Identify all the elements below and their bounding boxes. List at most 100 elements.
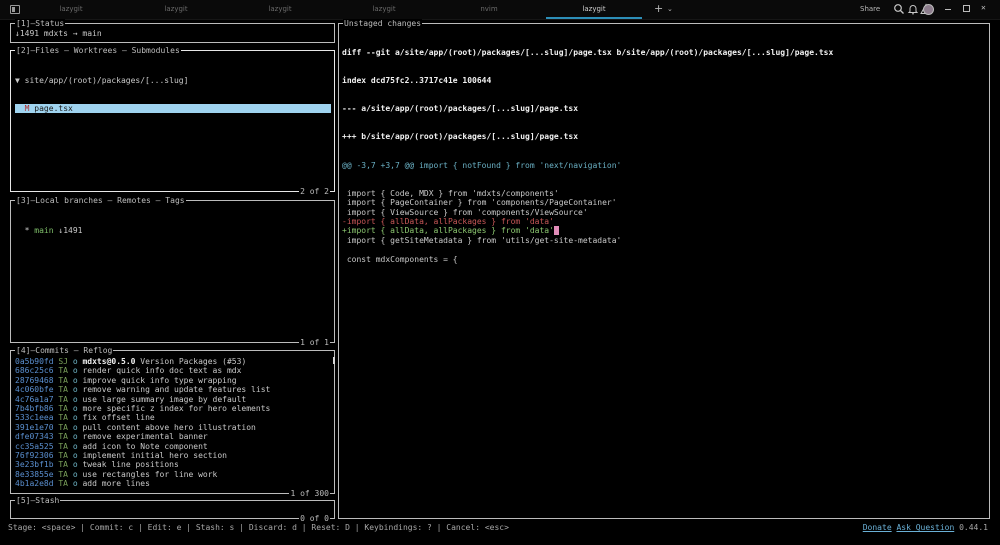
commit-graph-marker: o bbox=[72, 375, 78, 385]
commit-graph-marker: o bbox=[72, 385, 78, 395]
commit-row[interactable]: 4b1a2e8d TA o add more lines bbox=[15, 479, 331, 488]
panel-title: [4]–Commits – Reflog bbox=[15, 346, 114, 355]
commit-row[interactable]: 4c76a1a7 TA o use large summary image by… bbox=[15, 395, 331, 404]
commit-list: 0a5b90fd SJ o mdxts@0.5.0 Version Packag… bbox=[15, 357, 331, 488]
status-panel[interactable]: [1]–Status ↓1491 mdxts → main bbox=[10, 19, 335, 43]
tab-lazygit-1[interactable]: lazygit bbox=[23, 0, 119, 19]
commit-graph-marker: o bbox=[72, 366, 78, 376]
diff-panel[interactable]: Unstaged changes diff --git a/site/app/(… bbox=[338, 19, 990, 519]
tab-lazygit-2[interactable]: lazygit bbox=[128, 0, 224, 19]
commit-message: add more lines bbox=[82, 479, 150, 489]
current-branch-marker: * bbox=[24, 225, 30, 235]
commit-author: TA bbox=[58, 385, 68, 395]
terminal-app-icon[interactable] bbox=[10, 5, 20, 14]
avatar[interactable] bbox=[923, 4, 934, 15]
commit-graph-marker: o bbox=[72, 460, 78, 470]
tab-lazygit-active[interactable]: lazygit bbox=[546, 0, 642, 19]
commit-hash: 686c25c6 bbox=[15, 366, 54, 376]
commit-graph-marker: o bbox=[72, 432, 78, 442]
commit-message: implement initial hero section bbox=[82, 450, 227, 460]
panel-title: [5]–Stash bbox=[15, 496, 61, 505]
commit-author: TA bbox=[58, 375, 68, 385]
scrollbar[interactable] bbox=[333, 357, 335, 364]
file-name: page.tsx bbox=[34, 104, 73, 114]
panel-footer: 2 of 2 bbox=[299, 187, 330, 196]
version-label: 0.44.1 bbox=[959, 523, 988, 532]
commit-row[interactable]: dfe07343 TA o remove experimental banner bbox=[15, 432, 331, 441]
commit-author: TA bbox=[58, 432, 68, 442]
commit-row[interactable]: 28769468 TA o improve quick info type wr… bbox=[15, 376, 331, 385]
share-button[interactable]: Share bbox=[860, 0, 880, 18]
commit-hash: 4c76a1a7 bbox=[15, 394, 54, 404]
commit-hash: 8e33855e bbox=[15, 469, 54, 479]
commit-row[interactable]: 533c1eea TA o fix offset line bbox=[15, 413, 331, 422]
commit-author: TA bbox=[58, 460, 68, 470]
commit-graph-marker: o bbox=[72, 357, 78, 366]
commit-message: tweak line positions bbox=[82, 460, 179, 470]
diff-hunk-header: @@ -3,7 +3,7 @@ import { notFound } from… bbox=[342, 160, 622, 170]
commit-row[interactable]: 7b4bfb86 TA o more specific z index for … bbox=[15, 404, 331, 413]
panel-footer: 1 of 300 bbox=[289, 489, 330, 498]
commit-row[interactable]: 3e23bf1b TA o tweak line positions bbox=[15, 460, 331, 469]
commit-author: TA bbox=[58, 413, 68, 423]
branches-panel[interactable]: [3]–Local branches – Remotes – Tags * ma… bbox=[10, 196, 335, 347]
commit-row[interactable]: cc35a525 TA o add icon to Note component bbox=[15, 442, 331, 451]
files-panel[interactable]: [2]–Files – Worktrees – Submodules ▼ sit… bbox=[10, 46, 335, 196]
commit-hash: cc35a525 bbox=[15, 441, 54, 451]
close-icon[interactable]: ✕ bbox=[981, 4, 987, 12]
diff-line-ctx: const mdxComponents = { bbox=[342, 254, 458, 264]
branch-row[interactable]: * main ↓1491 bbox=[15, 226, 331, 235]
commit-message: use rectangles for line work bbox=[82, 469, 218, 479]
diff-line-add: +import { allData, allPackages } from 'd… bbox=[342, 226, 986, 236]
commit-hash: 28769468 bbox=[15, 375, 54, 385]
tab-menu-chevron-icon[interactable]: ⌄ bbox=[667, 0, 673, 18]
donate-link[interactable]: Donate bbox=[863, 523, 892, 532]
commit-message: fix offset line bbox=[82, 413, 155, 423]
commit-row[interactable]: 4c060bfe TA o remove warning and update … bbox=[15, 385, 331, 394]
file-row-selected[interactable]: M page.tsx bbox=[15, 104, 331, 114]
commit-author: TA bbox=[58, 450, 68, 460]
commit-row[interactable]: 686c25c6 TA o render quick info doc text… bbox=[15, 366, 331, 375]
commit-row[interactable]: 391e1e70 TA o pull content above hero il… bbox=[15, 423, 331, 432]
diff-line-ctx: import { ViewSource } from 'components/V… bbox=[342, 207, 588, 217]
diff-line-ctx: import { PageContainer } from 'component… bbox=[342, 198, 617, 208]
commit-tag: mdxts@0.5.0 bbox=[82, 357, 136, 366]
maximize-icon[interactable] bbox=[963, 5, 970, 12]
new-tab-button[interactable]: + bbox=[654, 0, 663, 18]
diff-line-ctx bbox=[342, 245, 986, 254]
panel-footer: 0 of 0 bbox=[299, 514, 330, 523]
commit-hash: 4c060bfe bbox=[15, 385, 54, 395]
tab-lazygit-4[interactable]: lazygit bbox=[336, 0, 432, 19]
keybinding-hints: Stage: <space> | Commit: c | Edit: e | S… bbox=[8, 523, 509, 532]
search-icon[interactable] bbox=[893, 3, 905, 15]
tab-lazygit-3[interactable]: lazygit bbox=[232, 0, 328, 19]
panel-title: [3]–Local branches – Remotes – Tags bbox=[15, 196, 186, 205]
notification-icon[interactable] bbox=[907, 3, 919, 15]
commit-hash: 533c1eea bbox=[15, 413, 54, 423]
commit-author: TA bbox=[58, 394, 68, 404]
tab-nvim[interactable]: nvim bbox=[441, 0, 537, 19]
commit-graph-marker: o bbox=[72, 441, 78, 451]
minimize-icon[interactable] bbox=[945, 5, 951, 10]
panel-footer: 1 of 1 bbox=[299, 338, 330, 347]
panel-title: [1]–Status bbox=[15, 19, 66, 28]
commit-hash: 4b1a2e8d bbox=[15, 479, 54, 489]
stash-panel[interactable]: [5]–Stash 0 of 0 bbox=[10, 496, 335, 523]
commit-hash: 76f92306 bbox=[15, 450, 54, 460]
commit-row[interactable]: 76f92306 TA o implement initial hero sec… bbox=[15, 451, 331, 460]
commit-message: remove warning and update features list bbox=[82, 385, 271, 395]
text-cursor bbox=[553, 226, 559, 236]
commit-message: use large summary image by default bbox=[82, 394, 247, 404]
commit-row[interactable]: 0a5b90fd SJ o mdxts@0.5.0 Version Packag… bbox=[15, 357, 331, 366]
commit-row[interactable]: 8e33855e TA o use rectangles for line wo… bbox=[15, 470, 331, 479]
commit-message: Version Packages (#53) bbox=[140, 357, 247, 366]
diff-new-file-line: +++ b/site/app/(root)/packages/[...slug]… bbox=[342, 132, 579, 142]
commits-panel[interactable]: [4]–Commits – Reflog 0a5b90fd SJ o mdxts… bbox=[10, 346, 335, 498]
commit-author: TA bbox=[58, 479, 68, 489]
commit-graph-marker: o bbox=[72, 469, 78, 479]
tree-directory-row[interactable]: ▼ site/app/(root)/packages/[...slug] bbox=[15, 76, 331, 85]
ask-question-link[interactable]: Ask Question bbox=[896, 523, 954, 532]
diff-line-del: -import { allData, allPackages } from 'd… bbox=[342, 217, 554, 226]
branch-behind-count: ↓1491 bbox=[58, 225, 83, 235]
file-status-badge: M bbox=[24, 104, 30, 114]
